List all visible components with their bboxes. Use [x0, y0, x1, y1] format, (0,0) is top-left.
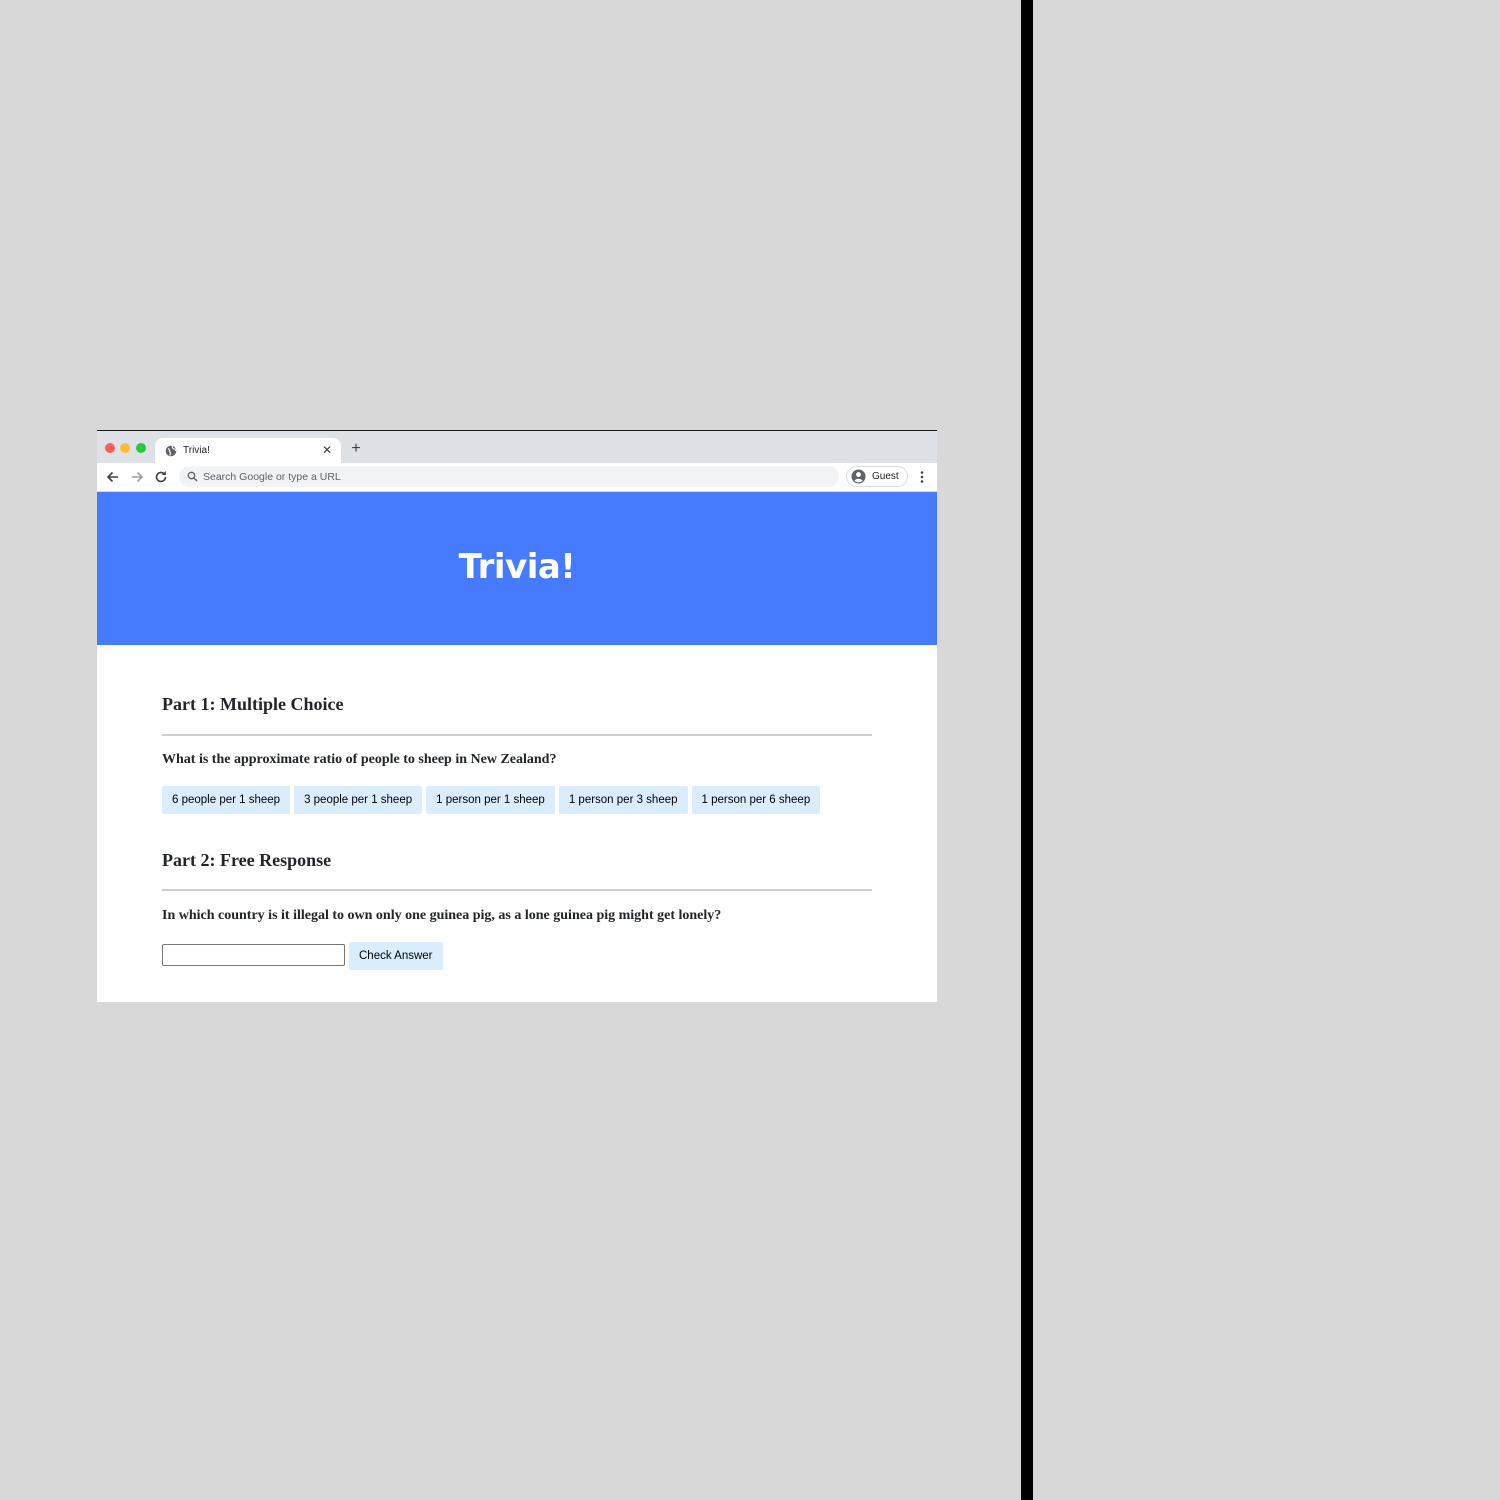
browser-toolbar: Guest	[97, 463, 937, 492]
choice-button[interactable]: 1 person per 3 sheep	[558, 786, 688, 814]
part2-question: In which country is it illegal to own on…	[162, 908, 722, 923]
profile-button[interactable]: Guest	[846, 466, 908, 487]
desktop-background: Trivia! ✕ + Search Google or type a URL …	[0, 0, 1500, 1500]
profile-label: Guest	[872, 471, 899, 482]
part1-title: Part 1: Multiple Choice	[162, 694, 344, 714]
choice-button[interactable]: 3 people per 1 sheep	[294, 786, 423, 814]
choice-button[interactable]: 6 people per 1 sheep	[162, 786, 291, 814]
choice-button[interactable]: 1 person per 6 sheep	[691, 786, 821, 814]
minimize-window-button[interactable]	[120, 443, 130, 453]
answer-input[interactable]	[162, 944, 345, 966]
page-header: Trivia!	[97, 492, 937, 645]
search-icon	[187, 471, 198, 482]
tab-trivia[interactable]: Trivia! ✕	[155, 438, 341, 464]
tab-strip: Trivia! ✕ +	[97, 430, 937, 464]
browser-window: Trivia! ✕ + Search Google or type a URL …	[97, 430, 937, 1002]
account-circle-icon	[851, 469, 866, 484]
globe-icon	[165, 445, 177, 457]
maximize-window-button[interactable]	[136, 443, 146, 453]
address-bar[interactable]	[179, 466, 839, 487]
choice-button[interactable]: 1 person per 1 sheep	[426, 786, 555, 814]
page-content: Part 1: Multiple Choice What is the appr…	[97, 645, 937, 1002]
part2-divider	[162, 889, 872, 891]
arrow-right-icon[interactable]	[128, 468, 146, 486]
reload-icon[interactable]	[152, 468, 170, 486]
plus-icon[interactable]: +	[348, 441, 364, 457]
part2-title: Part 2: Free Response	[162, 850, 332, 870]
arrow-left-icon[interactable]	[104, 468, 122, 486]
address-input[interactable]	[203, 466, 823, 487]
close-icon[interactable]: ✕	[320, 443, 334, 457]
vertical-dots-icon[interactable]	[915, 468, 929, 486]
window-edge-bar	[1021, 0, 1033, 1500]
page-title: Trivia!	[458, 547, 576, 587]
choice-list: 6 people per 1 sheep 3 people per 1 shee…	[162, 786, 821, 814]
part1-divider	[162, 734, 872, 736]
tab-title: Trivia!	[183, 445, 210, 456]
part1-question: What is the approximate ratio of people …	[162, 752, 557, 767]
check-answer-button[interactable]: Check Answer	[349, 942, 443, 970]
close-window-button[interactable]	[105, 443, 115, 453]
